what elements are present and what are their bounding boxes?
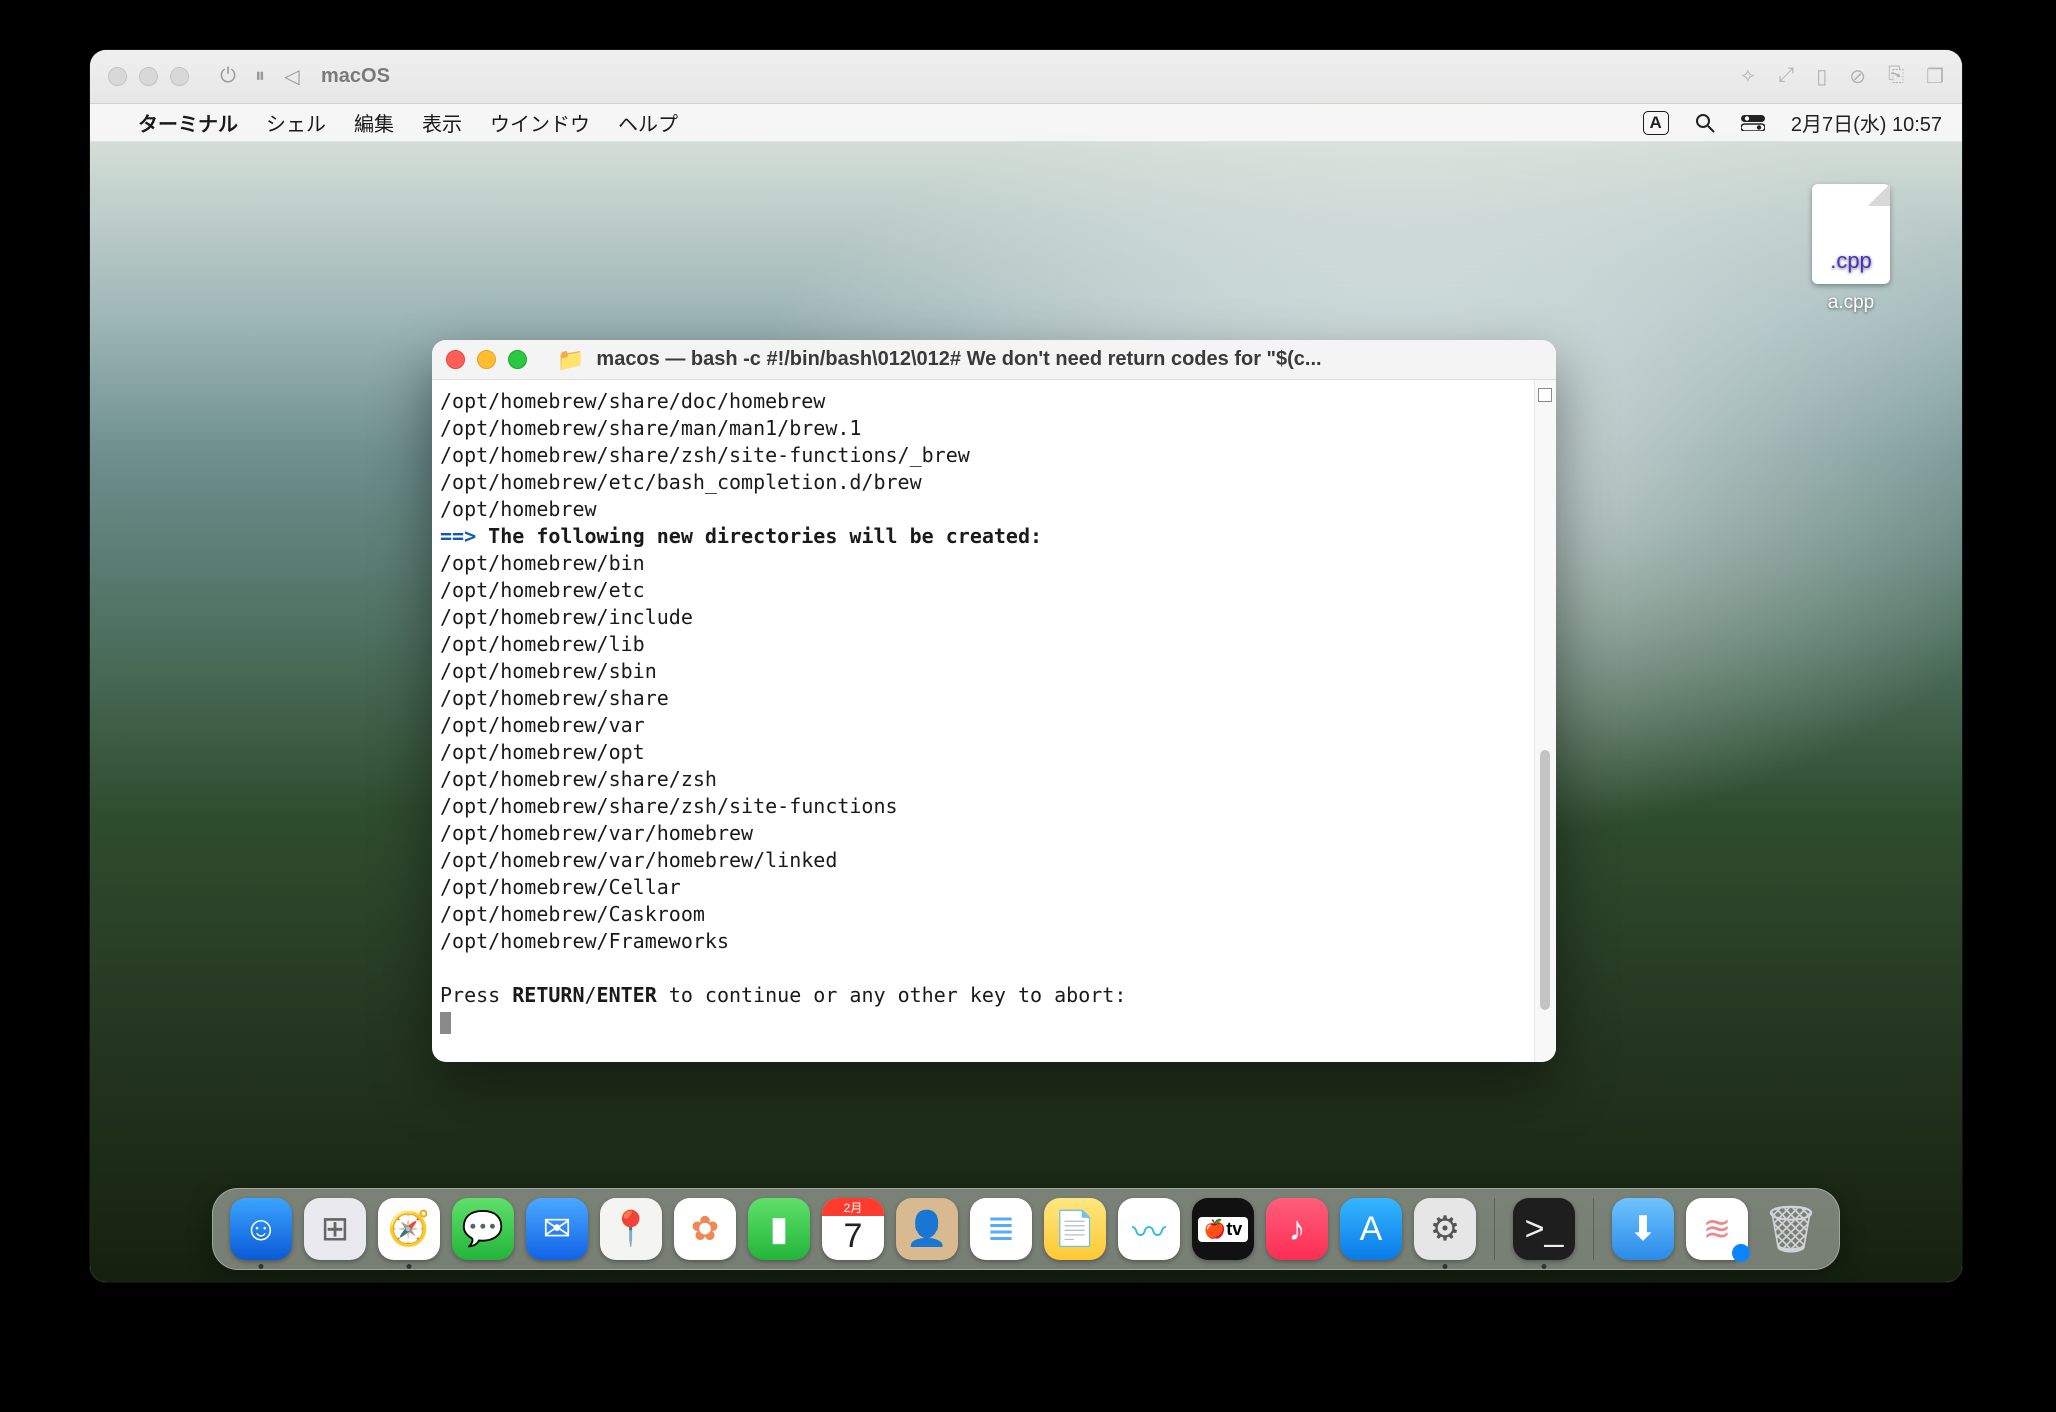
dock-doc[interactable]: ≋ xyxy=(1686,1198,1748,1260)
power-icon[interactable]: ⏻ xyxy=(217,65,239,88)
spotlight-icon[interactable] xyxy=(1695,113,1715,133)
scrollbar-box-icon xyxy=(1538,388,1552,402)
terminal-scrollbar[interactable] xyxy=(1534,380,1556,1062)
dock-facetime[interactable]: ▮ xyxy=(748,1198,810,1260)
resize-icon[interactable]: ⤢ xyxy=(1778,64,1794,89)
terminal-minimize-button[interactable] xyxy=(477,350,496,369)
dock-music[interactable]: ♪ xyxy=(1266,1198,1328,1260)
scrollbar-thumb[interactable] xyxy=(1540,750,1550,1010)
menu-shell[interactable]: シェル xyxy=(266,108,326,137)
dock-maps[interactable]: 📍 xyxy=(600,1198,662,1260)
pause-icon[interactable]: ⏸ xyxy=(249,65,271,88)
dock-mail[interactable]: ✉ xyxy=(526,1198,588,1260)
vm-window: ⏻ ⏸ ◁ macOS ✧ ⤢ ▯ ⊘ ⎘ ❐ ターミナル シェル 編集 表示 … xyxy=(90,50,1962,1282)
vm-title: macOS xyxy=(321,65,390,88)
dock-settings[interactable]: ⚙ xyxy=(1414,1198,1476,1260)
dock-messages[interactable]: 💬 xyxy=(452,1198,514,1260)
control-center-icon[interactable] xyxy=(1741,115,1765,131)
vm-titlebar: ⏻ ⏸ ◁ macOS ✧ ⤢ ▯ ⊘ ⎘ ❐ xyxy=(90,50,1962,104)
back-icon[interactable]: ◁ xyxy=(281,64,303,89)
dock-finder[interactable]: ☺ xyxy=(230,1198,292,1260)
dock-safari[interactable]: 🧭 xyxy=(378,1198,440,1260)
device-icon[interactable]: ▯ xyxy=(1816,64,1827,89)
dock: ☺⊞🧭💬✉📍✿▮2月7👤≣📄〰🍎tv♪A⚙ >_ ⬇≋🗑 xyxy=(212,1188,1840,1270)
terminal-close-button[interactable] xyxy=(446,350,465,369)
terminal-title: macos — bash -c #!/bin/bash\012\012# We … xyxy=(596,348,1542,371)
vm-close-button[interactable] xyxy=(108,67,127,86)
input-source-indicator[interactable]: A xyxy=(1643,111,1669,135)
dock-launchpad[interactable]: ⊞ xyxy=(304,1198,366,1260)
vm-zoom-button[interactable] xyxy=(170,67,189,86)
dock-terminal[interactable]: >_ xyxy=(1513,1198,1575,1260)
file-extension-label: .cpp xyxy=(1830,248,1872,274)
dock-downloads[interactable]: ⬇ xyxy=(1612,1198,1674,1260)
dock-separator xyxy=(1593,1198,1594,1260)
dock-separator xyxy=(1494,1198,1495,1260)
terminal-window: 📁 macos — bash -c #!/bin/bash\012\012# W… xyxy=(432,340,1556,1062)
desktop-file[interactable]: .cpp a.cpp xyxy=(1796,184,1906,314)
file-icon: .cpp xyxy=(1812,184,1890,284)
menu-edit[interactable]: 編集 xyxy=(354,108,394,137)
dock-tv[interactable]: 🍎tv xyxy=(1192,1198,1254,1260)
dock-notes[interactable]: 📄 xyxy=(1044,1198,1106,1260)
menu-window[interactable]: ウインドウ xyxy=(490,108,590,137)
terminal-zoom-button[interactable] xyxy=(508,350,527,369)
guest-screen: ターミナル シェル 編集 表示 ウインドウ ヘルプ A 2月7日(水) 10:5… xyxy=(90,104,1962,1282)
dock-trash[interactable]: 🗑 xyxy=(1760,1198,1822,1260)
file-name: a.cpp xyxy=(1828,292,1874,314)
dock-contacts[interactable]: 👤 xyxy=(896,1198,958,1260)
menu-view[interactable]: 表示 xyxy=(422,108,462,137)
dock-freeform[interactable]: 〰 xyxy=(1118,1198,1180,1260)
sparkle-icon[interactable]: ✧ xyxy=(1740,64,1757,89)
dock-photos[interactable]: ✿ xyxy=(674,1198,736,1260)
menubar-datetime[interactable]: 2月7日(水) 10:57 xyxy=(1791,108,1942,137)
folder-out-icon[interactable]: ⎘ xyxy=(1888,64,1904,89)
vm-minimize-button[interactable] xyxy=(139,67,158,86)
nosign-icon[interactable]: ⊘ xyxy=(1849,64,1866,89)
terminal-titlebar[interactable]: 📁 macos — bash -c #!/bin/bash\012\012# W… xyxy=(432,340,1556,380)
vm-traffic-lights[interactable] xyxy=(108,67,189,86)
vm-right-tools: ✧ ⤢ ▯ ⊘ ⎘ ❐ xyxy=(1740,64,1944,89)
dock-appstore[interactable]: A xyxy=(1340,1198,1402,1260)
windows-icon[interactable]: ❐ xyxy=(1926,64,1944,89)
folder-icon: 📁 xyxy=(557,347,584,373)
terminal-output[interactable]: /opt/homebrew/share/doc/homebrew /opt/ho… xyxy=(432,380,1556,1062)
menu-help[interactable]: ヘルプ xyxy=(618,108,678,137)
dock-reminders[interactable]: ≣ xyxy=(970,1198,1032,1260)
menubar-app-name[interactable]: ターミナル xyxy=(138,108,238,137)
menubar: ターミナル シェル 編集 表示 ウインドウ ヘルプ A 2月7日(水) 10:5… xyxy=(90,104,1962,142)
dock-calendar[interactable]: 2月7 xyxy=(822,1198,884,1260)
